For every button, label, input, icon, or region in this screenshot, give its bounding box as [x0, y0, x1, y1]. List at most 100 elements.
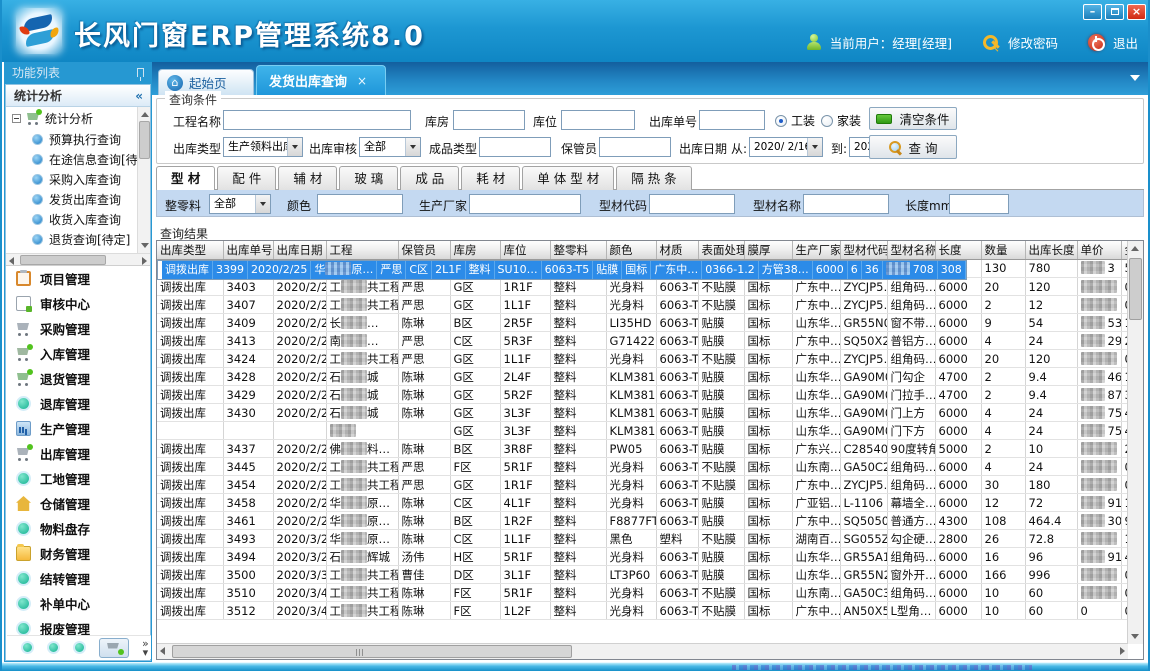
sidebar-group-审核中心[interactable]: 审核中心	[6, 291, 150, 316]
table-row[interactable]: 调拨出库34452020/2/27工共工程严思F区5R1F整料光身料6063-T…	[157, 458, 1128, 476]
tab-close-icon[interactable]: ×	[357, 74, 367, 88]
table-row[interactable]: 调拨出库34072020/2/25工共工程严思G区1L1F整料光身料6063-T…	[157, 296, 1128, 314]
sidebar-section-header[interactable]: 统计分析 «	[6, 85, 150, 107]
table-row[interactable]: 调拨出库34032020/2/25工共工程严思G区1R1F整料光身料6063-T…	[157, 278, 1128, 296]
tree-item-0[interactable]: 预算执行查询	[6, 129, 150, 149]
length-input[interactable]	[949, 194, 1009, 214]
column-header[interactable]: 颜色	[606, 241, 656, 259]
audit-select[interactable]: 全部	[359, 137, 421, 157]
sidebar-group-仓储管理[interactable]: 仓储管理	[6, 491, 150, 516]
tree-item-5[interactable]: 退货查询[待定]	[6, 229, 150, 249]
column-header[interactable]: 型材代码	[840, 241, 887, 259]
collapsed-item-icon[interactable]	[47, 641, 60, 654]
column-header[interactable]: 材质	[656, 241, 698, 259]
column-header[interactable]: 工程	[326, 241, 398, 259]
sidebar-group-补单中心[interactable]: 补单中心	[6, 591, 150, 616]
name-input[interactable]	[803, 194, 889, 214]
date-from-select[interactable]: 2020/ 2/16	[749, 137, 823, 157]
tree-root[interactable]: 统计分析	[6, 107, 150, 129]
tree-item-2[interactable]: 采购入库查询	[6, 169, 150, 189]
material-tab-7[interactable]: 隔 热 条	[616, 166, 691, 190]
material-tab-4[interactable]: 成 品	[400, 166, 459, 190]
code-input[interactable]	[649, 194, 735, 214]
tab-overflow-arrow-icon[interactable]	[1130, 75, 1140, 81]
column-header[interactable]: 出库类型	[157, 241, 223, 259]
maximize-button[interactable]	[1105, 4, 1124, 20]
sidebar-group-生产管理[interactable]: 生产管理	[6, 416, 150, 441]
material-tab-6[interactable]: 单 体 型 材	[522, 166, 614, 190]
table-row[interactable]: 调拨出库34282020/2/26石城陈琳G区2L4F整料KLM38176063…	[157, 368, 1128, 386]
sidebar-group-工地管理[interactable]: 工地管理	[6, 466, 150, 491]
table-row[interactable]: G区3L3F整料KLM38176063-T5贴膜国标山东华…GA90M09.门下…	[157, 422, 1128, 440]
table-row[interactable]: 调拨出库34612020/2/28华原…陈琳B区1R2F整料F8877FT606…	[157, 512, 1128, 530]
whole-select[interactable]: 全部	[209, 194, 271, 214]
column-header[interactable]: 出库长度	[1025, 241, 1077, 259]
warehouse-input[interactable]	[453, 110, 525, 130]
column-header[interactable]: 膜厚	[744, 241, 792, 259]
column-header[interactable]: 数量	[981, 241, 1025, 259]
sidebar-group-退库管理[interactable]: 退库管理	[6, 391, 150, 416]
column-header[interactable]: 长度	[935, 241, 981, 259]
sidebar-group-物料盘存[interactable]: 物料盘存	[6, 516, 150, 541]
sidebar-group-结转管理[interactable]: 结转管理	[6, 566, 150, 591]
material-tab-2[interactable]: 辅 材	[278, 166, 337, 190]
column-header[interactable]: 库位	[500, 241, 550, 259]
sidebar-group-财务管理[interactable]: 财务管理	[6, 541, 150, 566]
radio-gongzhuang[interactable]: 工装	[775, 112, 815, 129]
order-no-input[interactable]	[699, 110, 765, 130]
material-tab-0[interactable]: 型 材	[156, 166, 215, 191]
logout-link[interactable]: 退出	[1113, 33, 1138, 52]
table-row[interactable]: 调拨出库35122020/3/4工共工程陈琳F区1L2F整料光身料6063-T5…	[157, 602, 1128, 620]
sidebar-group-入库管理[interactable]: 入库管理	[6, 341, 150, 366]
table-row[interactable]: 调拨出库34372020/2/27佛料…陈琳B区3R8F整料PW056063-T…	[157, 440, 1128, 458]
table-row[interactable]: 调拨出库35002020/3/3工共工程曹佳D区3L1F整料LT3P606063…	[157, 566, 1128, 584]
table-row[interactable]: 调拨出库34092020/2/25长…陈琳B区2R5F整料LI35HD6063-…	[157, 314, 1128, 332]
table-row[interactable]: 调拨出库34942020/3/2石辉城汤伟H区5R1F整料光身料6063-T5贴…	[157, 548, 1128, 566]
material-tab-3[interactable]: 玻 璃	[339, 166, 398, 190]
table-row[interactable]: 调拨出库33992020/2/25华原…严思C区2L1F整料SU10…6063-…	[157, 260, 967, 280]
sidebar-group-项目管理[interactable]: 项目管理	[6, 266, 150, 291]
column-header[interactable]: 出库日期	[273, 241, 326, 259]
table-row[interactable]: 调拨出库34582020/2/28华原…陈琳C区4L1F整料光身料6063-T5…	[157, 494, 1128, 512]
grid-horizontal-scrollbar[interactable]	[157, 643, 1128, 659]
table-row[interactable]: 调拨出库34242020/2/26工共工程严思G区1L1F整料光身料6063-T…	[157, 350, 1128, 368]
tree-vertical-scrollbar[interactable]	[137, 107, 150, 253]
column-header[interactable]: 型材名称	[887, 241, 935, 259]
radio-jiazhuang[interactable]: 家装	[821, 112, 861, 129]
column-header[interactable]: 生产厂家	[792, 241, 840, 259]
table-row[interactable]: 调拨出库34132020/2/26南…严思C区5R3F整料G714226063-…	[157, 332, 1128, 350]
tree-item-4[interactable]: 收货入库查询	[6, 209, 150, 229]
sidebar-group-退货管理[interactable]: 退货管理	[6, 366, 150, 391]
mfr-input[interactable]	[469, 194, 581, 214]
tree-expander-icon[interactable]	[12, 114, 21, 123]
column-header[interactable]: 整零料	[550, 241, 606, 259]
table-row[interactable]: 调拨出库34302020/2/26石城陈琳G区3L3F整料KLM38176063…	[157, 404, 1128, 422]
collapsed-cart-button[interactable]	[99, 638, 129, 658]
tab-shipping-outbound-query[interactable]: 发货出库查询 ×	[256, 65, 386, 95]
collapsed-item-icon[interactable]	[73, 641, 86, 654]
tree-item-1[interactable]: 在途信息查询[待	[6, 149, 150, 169]
collapse-icon[interactable]: «	[135, 85, 143, 107]
clear-conditions-button[interactable]: 清空条件	[869, 107, 957, 130]
column-header[interactable]: 出库单号	[223, 241, 273, 259]
grid-vertical-scrollbar[interactable]	[1127, 241, 1143, 644]
material-tab-5[interactable]: 耗 材	[461, 166, 520, 190]
color-input[interactable]	[317, 194, 403, 214]
table-row[interactable]: 调拨出库34932020/3/2华原…陈琳C区1L1F整料黑色塑料不贴膜国标湖南…	[157, 530, 1128, 548]
collapsed-item-icon[interactable]	[21, 641, 34, 654]
tree-horizontal-scrollbar[interactable]	[6, 253, 150, 266]
column-header[interactable]: 保管员	[398, 241, 450, 259]
close-button[interactable]: ×	[1127, 4, 1146, 20]
column-header[interactable]: 库房	[450, 241, 500, 259]
project-name-input[interactable]	[223, 110, 411, 130]
sidebar-group-采购管理[interactable]: 采购管理	[6, 316, 150, 341]
product-type-input[interactable]	[479, 137, 551, 157]
minimize-button[interactable]: –	[1083, 4, 1102, 20]
overflow-chevron[interactable]: »▾	[142, 639, 149, 657]
column-header[interactable]: 单价	[1077, 241, 1121, 259]
tree-item-3[interactable]: 发货出库查询	[6, 189, 150, 209]
keeper-input[interactable]	[599, 137, 671, 157]
material-tab-1[interactable]: 配 件	[217, 166, 276, 190]
search-button[interactable]: 查 询	[869, 135, 957, 159]
table-row[interactable]: 调拨出库34542020/2/28工共工程严思G区1R1F整料光身料6063-T…	[157, 476, 1128, 494]
